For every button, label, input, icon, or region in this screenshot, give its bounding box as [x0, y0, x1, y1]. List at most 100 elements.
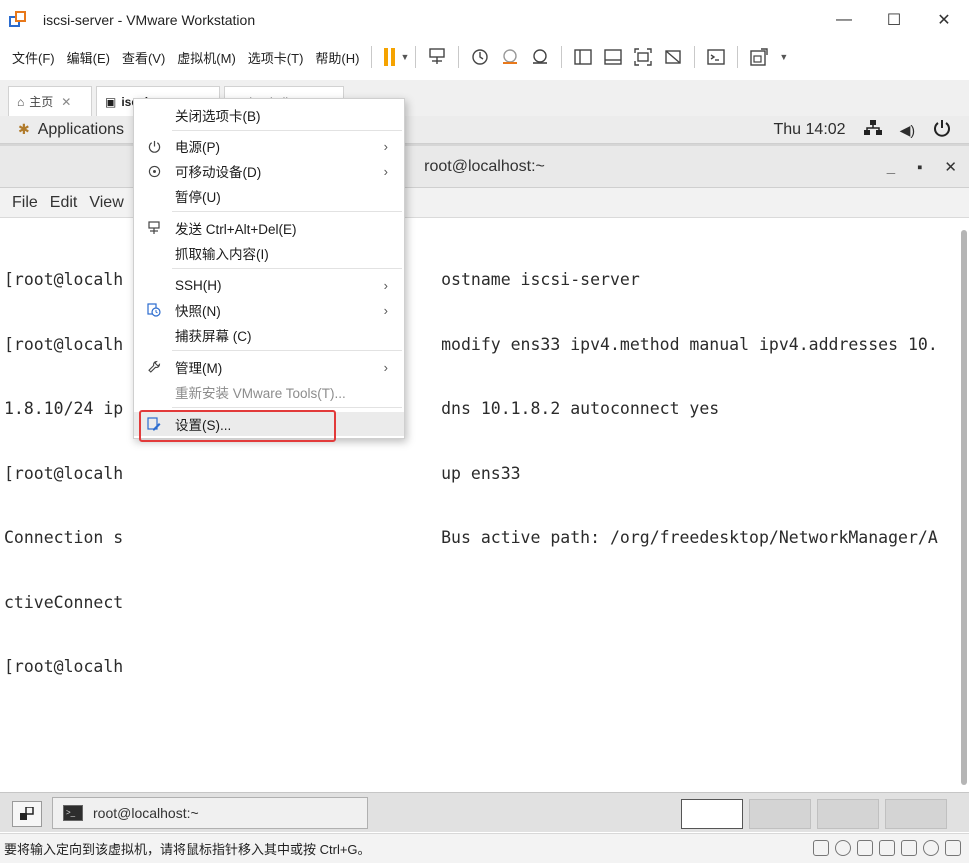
terminal-icon: >_ — [63, 805, 83, 821]
menu-item-manage[interactable]: 管理(M) › — [134, 355, 404, 379]
terminal-maximize-button[interactable]: ▪ — [917, 159, 922, 176]
hard-disk-icon[interactable] — [813, 840, 829, 856]
pause-icon[interactable] — [384, 48, 396, 66]
toolbar-separator — [694, 46, 696, 68]
device-status-icons — [813, 840, 961, 856]
menu-separator — [172, 268, 402, 269]
menu-item-grab-input[interactable]: 抓取输入内容(I) — [134, 241, 404, 265]
toolbar-separator — [371, 46, 373, 68]
power-icon[interactable] — [933, 119, 951, 142]
home-icon: ⌂ — [17, 94, 25, 109]
sound-card-icon[interactable] — [879, 840, 895, 856]
stretch-dropdown-icon[interactable]: ▼ — [779, 52, 788, 62]
menu-item-label: 快照(N) — [175, 304, 221, 319]
window-titlebar: iscsi-server - VMware Workstation — ☐ ✕ — [0, 0, 969, 40]
workspace-1[interactable] — [681, 799, 743, 829]
applications-menu[interactable]: ✱ Applications — [18, 121, 124, 139]
stretch-guest-icon[interactable] — [748, 46, 770, 68]
menu-separator — [172, 407, 402, 408]
workspace-4[interactable] — [885, 799, 947, 829]
chevron-right-icon: › — [383, 163, 388, 179]
status-bar: 要将输入定向到该虚拟机，请将鼠标指针移入其中或按 Ctrl+G。 — [0, 833, 969, 863]
view-library-icon[interactable] — [572, 46, 594, 68]
terminal-menu-file[interactable]: File — [12, 194, 38, 212]
printer-icon[interactable] — [901, 840, 917, 856]
workspace-2[interactable] — [749, 799, 811, 829]
send-ctrl-alt-del-icon[interactable] — [426, 46, 448, 68]
network-adapter-icon[interactable] — [857, 840, 873, 856]
menu-item-label: 捕获屏幕 (C) — [175, 329, 252, 344]
cd-dvd-icon[interactable] — [835, 840, 851, 856]
terminal-line: [root@localh — [4, 657, 124, 676]
terminal-menu-view[interactable]: View — [89, 194, 123, 212]
gnome-taskbar: >_ root@localhost:~ — [0, 792, 969, 832]
toolbar-separator — [458, 46, 460, 68]
message-log-icon[interactable] — [945, 840, 961, 856]
display-icon[interactable] — [923, 840, 939, 856]
menu-item-send-ctrl-alt-del[interactable]: 发送 Ctrl+Alt+Del(E) — [134, 216, 404, 240]
network-icon[interactable] — [863, 119, 882, 141]
menu-item-label: 电源(P) — [175, 140, 220, 155]
menu-item-reinstall-vmware-tools: 重新安装 VMware Tools(T)... — [134, 380, 404, 404]
highlight-box — [139, 410, 336, 442]
menu-item-label: 可移动设备(D) — [175, 165, 262, 180]
vm-icon: ▣ — [105, 94, 117, 109]
window-title: iscsi-server - VMware Workstation — [43, 12, 256, 28]
pause-dropdown-icon[interactable]: ▼ — [400, 52, 409, 62]
tab-home-label: 主页 — [29, 95, 54, 109]
menu-file[interactable]: 文件(F) — [6, 48, 61, 67]
volume-icon[interactable]: ◀) — [900, 122, 915, 139]
removable-device-icon — [146, 163, 162, 179]
console-view-icon[interactable] — [705, 46, 727, 68]
terminal-line: Connection s Bus active path: /org/freed… — [4, 528, 938, 547]
fullscreen-icon[interactable] — [632, 46, 654, 68]
menu-edit[interactable]: 编辑(E) — [61, 48, 116, 67]
menu-item-label: 暂停(U) — [175, 190, 221, 205]
snapshot-icon — [146, 302, 162, 318]
menu-item-close-tab[interactable]: 关闭选项卡(B) — [134, 103, 404, 127]
tab-home[interactable]: ⌂ 主页 ✕ — [8, 86, 92, 116]
menu-item-snapshot[interactable]: 快照(N) › — [134, 298, 404, 322]
terminal-minimize-button[interactable]: _ — [887, 159, 895, 176]
menu-item-pause[interactable]: 暂停(U) — [134, 184, 404, 208]
show-desktop-icon[interactable] — [12, 801, 42, 827]
menu-view[interactable]: 查看(V) — [116, 48, 171, 67]
menu-tabs[interactable]: 选项卡(T) — [242, 48, 310, 67]
minimize-button[interactable]: — — [819, 0, 869, 40]
menu-separator — [172, 350, 402, 351]
snapshot-revert-icon[interactable] — [499, 46, 521, 68]
view-thumbnail-icon[interactable] — [602, 46, 624, 68]
terminal-close-button[interactable]: ✕ — [944, 158, 957, 176]
menu-item-power[interactable]: 电源(P) › — [134, 134, 404, 158]
snapshot-manager-icon[interactable] — [529, 46, 551, 68]
chevron-right-icon: › — [383, 138, 388, 154]
snapshot-take-icon[interactable] — [469, 46, 491, 68]
menu-vm[interactable]: 虚拟机(M) — [171, 48, 242, 67]
clock[interactable]: Thu 14:02 — [774, 121, 846, 139]
menu-item-label: 管理(M) — [175, 361, 223, 376]
menu-help[interactable]: 帮助(H) — [309, 48, 365, 67]
window-controls: — ☐ ✕ — [819, 0, 969, 40]
chevron-right-icon: › — [383, 277, 388, 293]
terminal-scrollbar[interactable] — [961, 230, 967, 785]
menu-item-label: SSH(H) — [175, 277, 222, 293]
menu-item-label: 重新安装 VMware Tools(T)... — [175, 386, 346, 401]
menu-item-ssh[interactable]: SSH(H) › — [134, 273, 404, 297]
taskbar-terminal-label: root@localhost:~ — [93, 805, 199, 821]
menu-item-capture-screen[interactable]: 捕获屏幕 (C) — [134, 323, 404, 347]
menu-item-removable-devices[interactable]: 可移动设备(D) › — [134, 159, 404, 183]
chevron-right-icon: › — [383, 302, 388, 318]
menu-item-label: 抓取输入内容(I) — [175, 247, 269, 262]
terminal-menu-edit[interactable]: Edit — [50, 194, 78, 212]
toolbar-separator — [415, 46, 417, 68]
menu-item-label: 发送 Ctrl+Alt+Del(E) — [175, 222, 297, 237]
close-icon[interactable]: ✕ — [61, 95, 71, 109]
unity-icon[interactable] — [662, 46, 684, 68]
menu-toolbar: 文件(F) 编辑(E) 查看(V) 虚拟机(M) 选项卡(T) 帮助(H) ▼ … — [0, 40, 969, 74]
taskbar-terminal-item[interactable]: >_ root@localhost:~ — [52, 797, 368, 829]
menu-item-label: 关闭选项卡(B) — [175, 109, 261, 124]
maximize-button[interactable]: ☐ — [869, 0, 919, 40]
close-button[interactable]: ✕ — [919, 0, 969, 40]
workspace-3[interactable] — [817, 799, 879, 829]
chevron-right-icon: › — [383, 359, 388, 375]
